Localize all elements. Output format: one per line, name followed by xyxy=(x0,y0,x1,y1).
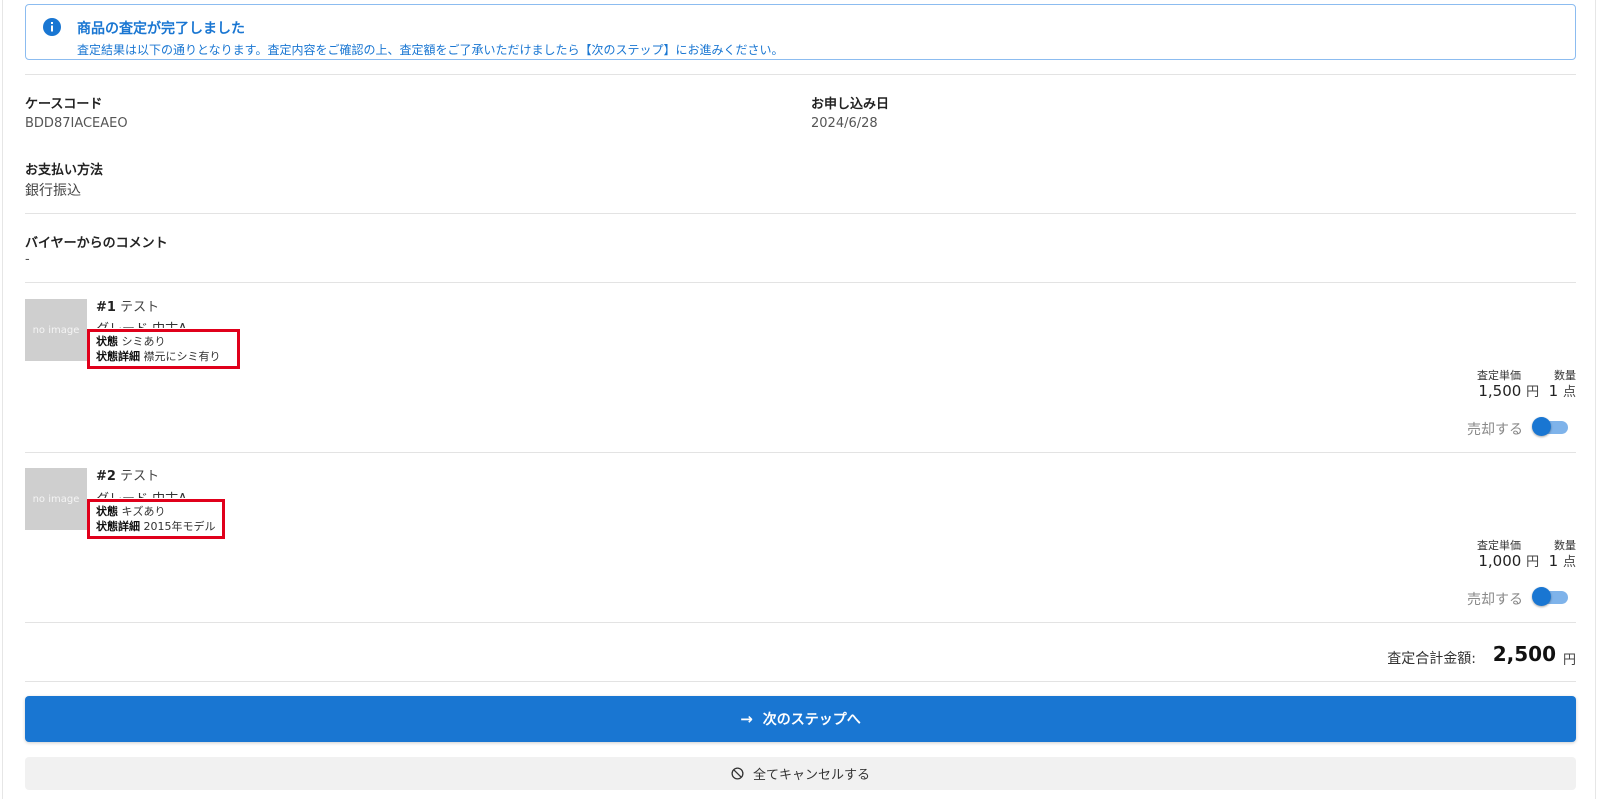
sell-toggle-label: 売却する xyxy=(1467,592,1523,608)
item-price-row: 1,000 円 1 点 xyxy=(1478,551,1576,570)
unit-price-value: 1,500 xyxy=(1478,382,1522,400)
buyer-comment-value: - xyxy=(25,252,30,267)
divider xyxy=(25,452,1576,453)
total-value: 2,500 xyxy=(1492,642,1556,666)
item-condition: 状態 シミあり xyxy=(96,333,166,349)
buyer-comment-label: バイヤーからのコメント xyxy=(25,236,168,251)
quantity-value: 1 xyxy=(1548,552,1559,570)
sell-toggle[interactable] xyxy=(1532,587,1568,607)
divider xyxy=(25,282,1576,283)
divider xyxy=(25,213,1576,214)
item-name: テスト xyxy=(120,469,160,484)
item-condition-detail: 状態詳細 襟元にシミ有り xyxy=(96,348,221,364)
page-frame xyxy=(2,0,1596,799)
condition-detail-value: 2015年モデル xyxy=(143,520,216,533)
divider xyxy=(25,74,1576,75)
quantity-value: 1 xyxy=(1548,382,1559,400)
case-code-value: BDD87IACEAEO xyxy=(25,116,128,131)
divider xyxy=(25,681,1576,682)
arrow-right-icon: → xyxy=(740,710,753,728)
condition-detail-label: 状態詳細 xyxy=(96,350,140,363)
sell-toggle-label: 売却する xyxy=(1467,422,1523,438)
price-unit: 円 xyxy=(1526,555,1540,570)
item-number: #1 xyxy=(96,300,116,315)
quantity-unit: 点 xyxy=(1562,555,1576,570)
payment-method-label: お支払い方法 xyxy=(25,163,104,178)
divider xyxy=(25,622,1576,623)
ban-icon xyxy=(731,767,744,780)
cancel-all-button[interactable]: 全てキャンセルする xyxy=(25,757,1576,790)
application-date-label: お申し込み日 xyxy=(811,97,890,112)
item-number: #2 xyxy=(96,469,116,484)
condition-label: 状態 xyxy=(96,505,118,518)
unit-price-value: 1,000 xyxy=(1478,552,1522,570)
alert-title: 商品の査定が完了しました xyxy=(77,21,245,37)
next-step-label: 次のステップへ xyxy=(762,712,861,728)
next-step-button[interactable]: → 次のステップへ xyxy=(25,696,1576,742)
alert-message: 査定結果は以下の通りとなります。査定内容をご確認の上、査定額をご了承いただけまし… xyxy=(77,43,784,57)
condition-value: キズあり xyxy=(121,505,166,518)
total-label: 査定合計金額: xyxy=(1387,651,1476,667)
item-image-placeholder: no image xyxy=(25,468,87,530)
cancel-all-label: 全てキャンセルする xyxy=(752,768,870,783)
item-price-row: 1,500 円 1 点 xyxy=(1478,381,1576,400)
info-icon xyxy=(43,18,61,36)
condition-value: シミあり xyxy=(121,335,166,348)
case-code-label: ケースコード xyxy=(25,97,103,112)
item-title: #1 テスト xyxy=(96,296,159,315)
item-image-placeholder: no image xyxy=(25,299,87,361)
condition-detail-value: 襟元にシミ有り xyxy=(143,350,221,363)
item-name: テスト xyxy=(120,300,160,315)
payment-method-value: 銀行振込 xyxy=(25,183,81,199)
price-unit: 円 xyxy=(1526,385,1540,400)
condition-detail-label: 状態詳細 xyxy=(96,520,140,533)
item-grade: グレード 中古A xyxy=(96,488,187,498)
toggle-thumb xyxy=(1532,587,1551,606)
item-condition: 状態 キズあり xyxy=(96,503,166,519)
item-condition-detail: 状態詳細 2015年モデル xyxy=(96,518,216,534)
application-date-value: 2024/6/28 xyxy=(811,116,878,131)
item-grade: グレード 中古A xyxy=(96,318,187,328)
info-alert: 商品の査定が完了しました 査定結果は以下の通りとなります。査定内容をご確認の上、… xyxy=(25,4,1576,60)
total-unit: 円 xyxy=(1562,653,1576,668)
quantity-unit: 点 xyxy=(1562,385,1576,400)
toggle-thumb xyxy=(1532,417,1551,436)
item-title: #2 テスト xyxy=(96,465,159,484)
condition-label: 状態 xyxy=(96,335,118,348)
sell-toggle[interactable] xyxy=(1532,417,1568,437)
